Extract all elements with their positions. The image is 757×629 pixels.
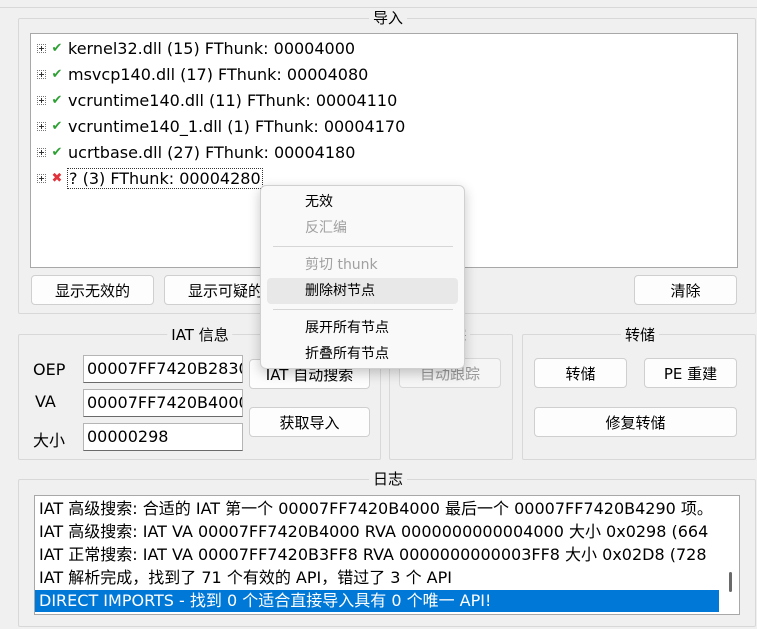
top-edge [0,0,757,8]
log-group-title: 日志 [368,470,408,488]
get-imports-button[interactable]: 获取导入 [249,407,370,437]
log-line[interactable]: IAT 高级搜索: IAT VA 00007FF7420B4000 RVA 00… [39,521,715,543]
tree-item-msvcp140[interactable]: ✔ msvcp140.dll (17) FThunk: 00004080 [37,63,368,85]
tree-item-vcruntime140[interactable]: ✔ vcruntime140.dll (11) FThunk: 00004110 [37,89,397,111]
log-scrollbar[interactable] [722,496,739,614]
expand-icon[interactable] [37,95,46,105]
tree-item-label: kernel32.dll (15) FThunk: 00004000 [68,38,356,58]
tree-item-vcruntime140-1[interactable]: ✔ vcruntime140_1.dll (1) FThunk: 0000417… [37,115,405,137]
oep-input[interactable]: 00007FF7420B2830 [83,355,243,383]
check-icon: ✔ [51,144,63,160]
menu-item-collapse-all[interactable]: 折叠所有节点 [267,341,458,367]
tree-item-label: vcruntime140.dll (11) FThunk: 00004110 [68,90,398,110]
menu-item-delete-tree-node[interactable]: 删除树节点 [267,278,458,304]
tree-item-label: ? (3) FThunk: 00004280 [67,167,263,189]
scrollbar-thumb[interactable] [729,572,732,592]
tree-item-unknown[interactable]: ✖ ? (3) FThunk: 00004280 [37,167,263,189]
dump-group-title: 转储 [620,326,660,344]
check-icon: ✔ [51,92,63,108]
expand-icon[interactable] [37,69,46,79]
check-icon: ✔ [51,118,63,134]
size-label: 大小 [33,431,66,450]
tree-item-ucrtbase[interactable]: ✔ ucrtbase.dll (27) FThunk: 00004180 [37,141,355,163]
log-line[interactable]: IAT 解析完成，找到了 71 个有效的 API，错过了 3 个 API [39,567,715,589]
tree-item-label: msvcp140.dll (17) FThunk: 00004080 [68,64,369,84]
clear-button[interactable]: 清除 [634,275,737,305]
expand-icon[interactable] [37,147,46,157]
menu-separator [273,309,453,310]
menu-item-cut-thunk[interactable]: 剪切 thunk [267,252,458,278]
va-input[interactable]: 00007FF7420B4000 [83,389,243,417]
expand-icon[interactable] [37,43,46,53]
menu-item-invalid[interactable]: 无效 [267,189,458,215]
cross-icon: ✖ [51,170,63,186]
fix-dump-button[interactable]: 修复转储 [534,407,737,437]
context-menu: 无效 反汇编 剪切 thunk 删除树节点 展开所有节点 折叠所有节点 [260,185,465,369]
tree-item-label: ucrtbase.dll (27) FThunk: 00004180 [68,142,356,162]
check-icon: ✔ [51,66,63,82]
size-input[interactable]: 00000298 [83,423,243,451]
menu-item-disassemble[interactable]: 反汇编 [267,215,458,241]
imports-group-title: 导入 [368,9,408,27]
va-label: VA [35,392,56,411]
menu-item-expand-all[interactable]: 展开所有节点 [267,315,458,341]
menu-separator [273,246,453,247]
iat-info-title: IAT 信息 [167,326,233,344]
log-line[interactable]: IAT 高级搜索: 合适的 IAT 第一个 00007FF7420B4000 最… [39,498,715,520]
expand-icon[interactable] [37,121,46,131]
check-icon: ✔ [51,40,63,56]
log-line-selected[interactable]: DIRECT IMPORTS - 找到 0 个适合直接导入具有 0 个唯一 AP… [35,590,719,612]
tree-item-label: vcruntime140_1.dll (1) FThunk: 00004170 [68,116,406,136]
oep-label: OEP [33,360,66,379]
dump-button[interactable]: 转储 [534,358,627,388]
pe-rebuild-button[interactable]: PE 重建 [644,358,737,388]
log-line[interactable]: IAT 正常搜索: IAT VA 00007FF7420B3FF8 RVA 00… [39,544,715,566]
dump-group [522,334,756,460]
log-list[interactable]: IAT 高级搜索: 合适的 IAT 第一个 00007FF7420B4000 最… [34,495,740,615]
tree-item-kernel32[interactable]: ✔ kernel32.dll (15) FThunk: 00004000 [37,37,355,59]
expand-icon[interactable] [37,173,46,183]
show-invalid-button[interactable]: 显示无效的 [31,275,154,305]
